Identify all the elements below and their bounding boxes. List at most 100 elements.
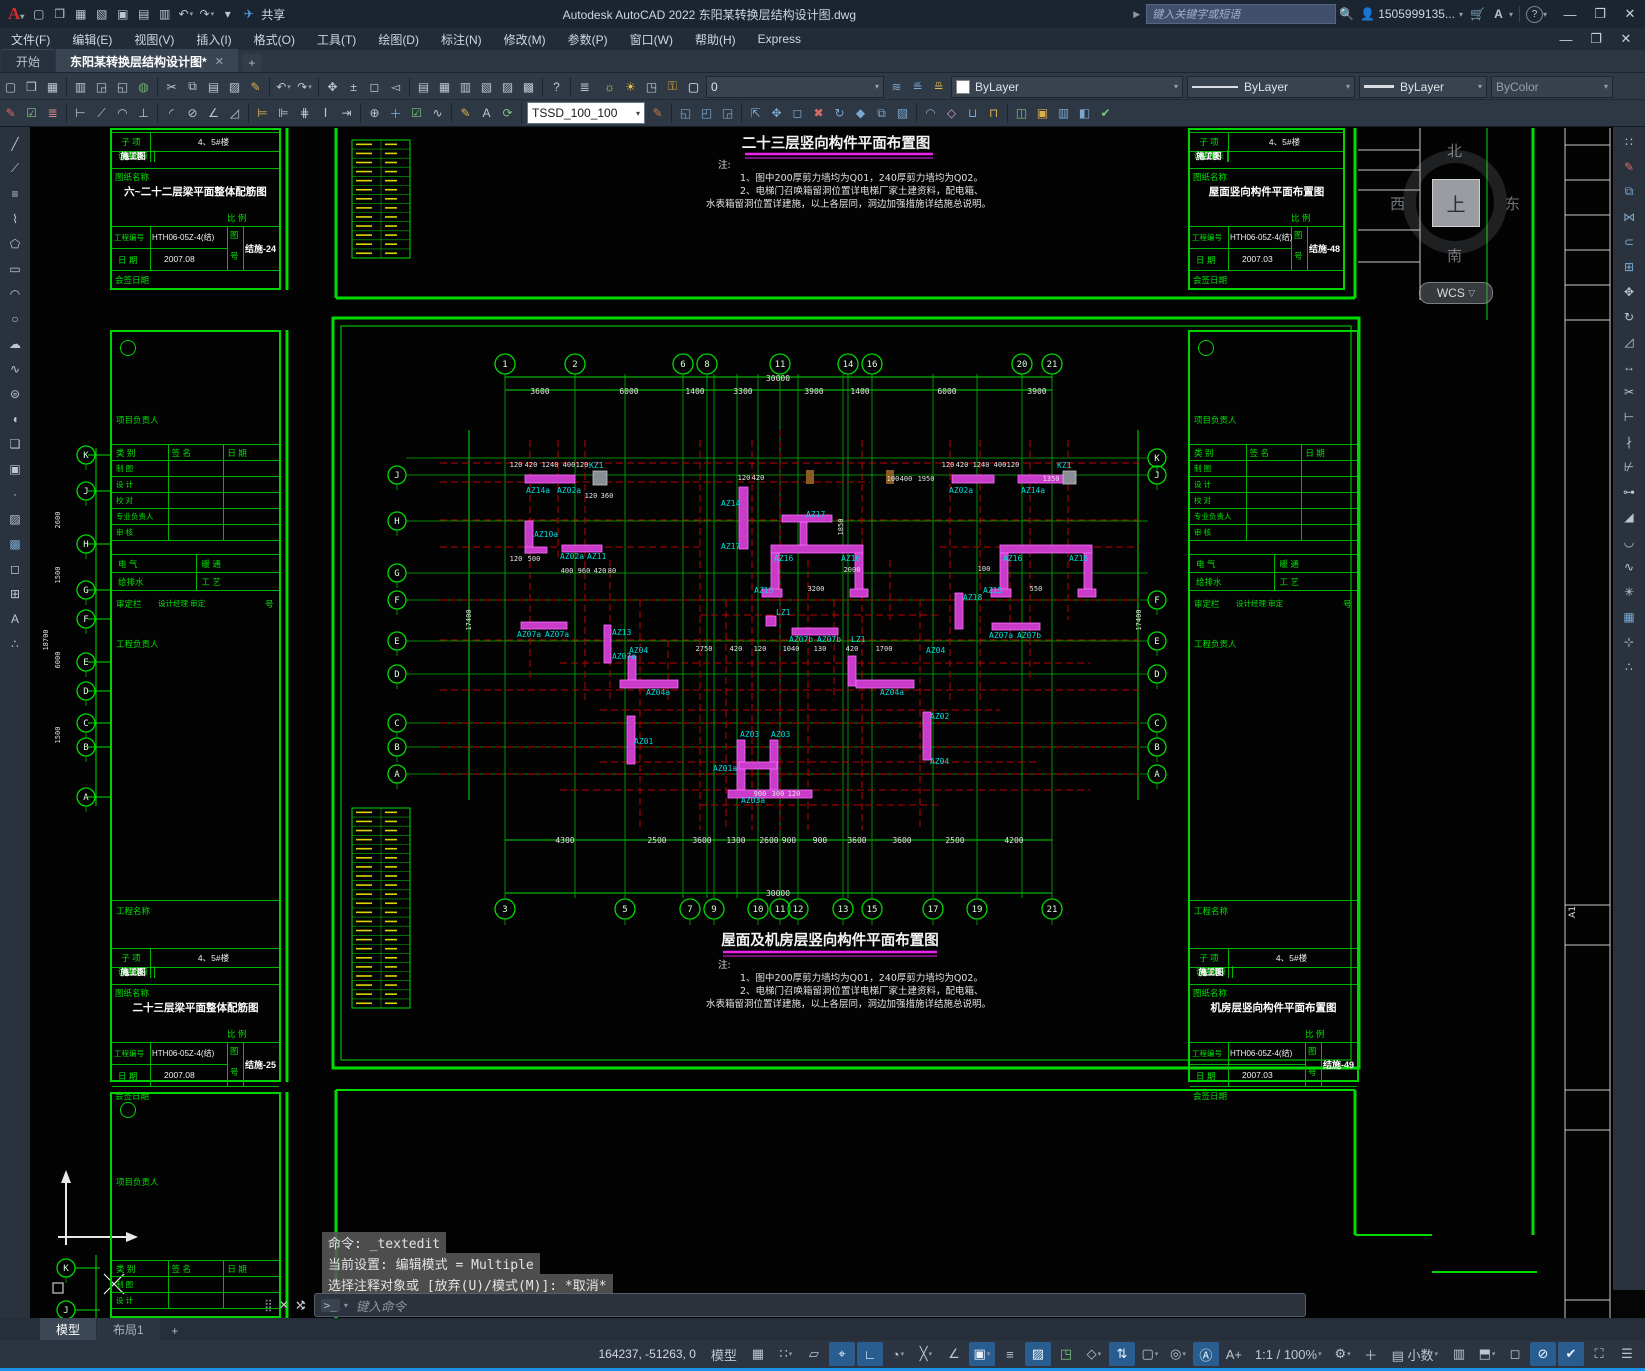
menu-item-插入(I)[interactable]: 插入(I): [185, 28, 242, 50]
dim-baseline-icon[interactable]: ⊫: [273, 103, 294, 124]
doc-restore-icon[interactable]: ❐: [1581, 26, 1611, 52]
stretch-icon[interactable]: ↔: [1619, 356, 1640, 377]
new-icon[interactable]: ▢: [0, 76, 21, 97]
menu-item-文件(F)[interactable]: 文件(F): [0, 28, 61, 50]
command-tools-icon[interactable]: ⚒: [293, 1300, 307, 1311]
properties-palette-icon[interactable]: ▤: [413, 76, 434, 97]
layer-color-swatch[interactable]: ▢: [683, 76, 704, 97]
viewcube-east[interactable]: 东: [1505, 193, 1520, 214]
chamfer-icon[interactable]: ◢: [1619, 506, 1640, 527]
command-input[interactable]: >_ ▾ 键入命令: [313, 1293, 1306, 1317]
annotation-scale[interactable]: 1:1 / 100% ▾: [1249, 1342, 1328, 1366]
viewcube[interactable]: 北 西 东 南 上 WCS ▽: [1390, 143, 1520, 314]
command-caret-icon[interactable]: ▾: [344, 1301, 348, 1310]
viewcube-west[interactable]: 西: [1390, 193, 1405, 214]
menu-item-修改(M)[interactable]: 修改(M): [493, 28, 557, 50]
extrude-face-icon[interactable]: ⇱: [745, 103, 766, 124]
check-icon[interactable]: ▥: [1053, 103, 1074, 124]
slice-icon[interactable]: ◧: [1074, 103, 1095, 124]
copy-face-icon[interactable]: ⧉: [871, 103, 892, 124]
plotstyle-dropdown[interactable]: ByColor ▾: [1491, 75, 1613, 98]
extend-icon[interactable]: ⊢: [1619, 406, 1640, 427]
lock-ui-icon[interactable]: ⬒ ▾: [1474, 1342, 1500, 1366]
new-tab-button[interactable]: +: [241, 54, 262, 72]
toolpalette-icon[interactable]: ▥: [455, 76, 476, 97]
delete-face-icon[interactable]: ✖: [808, 103, 829, 124]
copy-clip-icon[interactable]: ⧉: [182, 76, 203, 97]
line-icon[interactable]: ╱: [5, 133, 26, 154]
3d-object-snap-icon[interactable]: ◇ ▾: [1081, 1342, 1107, 1366]
lineweight-dropdown[interactable]: ByLayer ▾: [1359, 75, 1487, 98]
move-face-icon[interactable]: ✥: [766, 103, 787, 124]
annotation-visibility-icon[interactable]: Ⓐ: [1192, 1342, 1219, 1366]
sheetset-icon[interactable]: ▧: [476, 76, 497, 97]
menu-item-窗口(W)[interactable]: 窗口(W): [619, 28, 684, 50]
break-point-icon[interactable]: ∤: [1619, 431, 1640, 452]
viewcube-south[interactable]: 南: [1447, 245, 1462, 266]
selection-cycling-icon[interactable]: ◳: [1053, 1342, 1079, 1366]
viewcube-top-face[interactable]: 上: [1432, 179, 1480, 227]
dim-arc-icon[interactable]: ◠: [112, 103, 133, 124]
graphics-performance-icon[interactable]: ✔: [1558, 1342, 1584, 1366]
erase-icon[interactable]: ✎: [1619, 156, 1640, 177]
rectangle-icon[interactable]: ▭: [5, 258, 26, 279]
autodesk-app-icon[interactable]: A: [1488, 4, 1509, 25]
rotate-icon[interactable]: ↻: [1619, 306, 1640, 327]
color-dropdown[interactable]: ByLayer ▾: [951, 75, 1183, 98]
units-readout[interactable]: ▤ 小数 ▾: [1386, 1342, 1444, 1366]
dynamic-input-icon[interactable]: ⌖: [828, 1342, 855, 1366]
divide-icon[interactable]: ∴: [1619, 656, 1640, 677]
publish-icon[interactable]: ◱: [112, 76, 133, 97]
layer-vp-icon[interactable]: ◳: [641, 76, 662, 97]
object-visibility-icon[interactable]: ◻: [1502, 1342, 1528, 1366]
zoom-window-icon[interactable]: ◻: [364, 76, 385, 97]
shell-icon[interactable]: ▣: [1032, 103, 1053, 124]
tab-layout1[interactable]: 布局1: [97, 1318, 160, 1340]
open-icon[interactable]: ❒: [49, 4, 70, 25]
layer-dropdown[interactable]: 0 ▾: [706, 75, 884, 98]
menu-item-工具(T)[interactable]: 工具(T): [306, 28, 367, 50]
layer-freeze-icon[interactable]: ☀: [620, 76, 641, 97]
layer-palette-icon[interactable]: ▦: [434, 76, 455, 97]
quickcalc-icon[interactable]: ▩: [518, 76, 539, 97]
mirror-icon[interactable]: ⋈: [1619, 206, 1640, 227]
scale-icon[interactable]: ◿: [1619, 331, 1640, 352]
matchprop-icon[interactable]: ▨: [224, 76, 245, 97]
make-block-icon[interactable]: ▣: [5, 458, 26, 479]
tab-close-icon[interactable]: ✕: [215, 55, 224, 68]
dim-spacing-icon[interactable]: Ⅰ: [315, 103, 336, 124]
zoom-previous-icon[interactable]: ◅: [385, 76, 406, 97]
menu-item-帮助(H)[interactable]: 帮助(H): [684, 28, 747, 50]
autodesk-caret-icon[interactable]: ▾: [1509, 10, 1513, 19]
blend-icon[interactable]: ∿: [1619, 556, 1640, 577]
app-store-icon[interactable]: 🛒: [1467, 4, 1488, 25]
command-close-icon[interactable]: ✕: [279, 1298, 289, 1312]
preview-icon[interactable]: ◲: [91, 76, 112, 97]
layer-on-icon[interactable]: ☼: [599, 76, 620, 97]
point-style-icon[interactable]: ∴: [5, 633, 26, 654]
undo-icon[interactable]: ↶ ▾: [175, 4, 196, 25]
plot-icon[interactable]: ▥: [70, 76, 91, 97]
markup-icon[interactable]: ▨: [497, 76, 518, 97]
dim-angular-icon[interactable]: ∠: [203, 103, 224, 124]
undo-icon[interactable]: ↶ ▾: [273, 76, 294, 97]
paste-icon[interactable]: ▤: [203, 76, 224, 97]
dim-continue-icon[interactable]: ⋕: [294, 103, 315, 124]
help-icon[interactable]: ?: [546, 76, 567, 97]
menu-item-视图(V)[interactable]: 视图(V): [123, 28, 185, 50]
dim-jogged-icon[interactable]: ◿: [224, 103, 245, 124]
tab-model[interactable]: 模型: [40, 1318, 97, 1340]
fillet-edge-icon[interactable]: ◠: [920, 103, 941, 124]
dim-break-icon[interactable]: ⇥: [336, 103, 357, 124]
layer-prev-icon[interactable]: ≝: [907, 76, 928, 97]
share-label[interactable]: 共享: [261, 6, 285, 23]
menu-item-参数(P)[interactable]: 参数(P): [557, 28, 619, 50]
clean-screen-icon[interactable]: ⛶: [1586, 1342, 1612, 1366]
zoom-realtime-icon[interactable]: ±: [343, 76, 364, 97]
save-icon[interactable]: ▦: [70, 4, 91, 25]
tab-document[interactable]: 东阳某转换层结构设计图* ✕: [56, 49, 238, 72]
qdim-icon[interactable]: ⊨: [252, 103, 273, 124]
ellipse-arc-icon[interactable]: ◖: [5, 408, 26, 429]
quick-properties-icon[interactable]: ▥: [1446, 1342, 1472, 1366]
search-icon[interactable]: 🔍: [1336, 4, 1357, 25]
